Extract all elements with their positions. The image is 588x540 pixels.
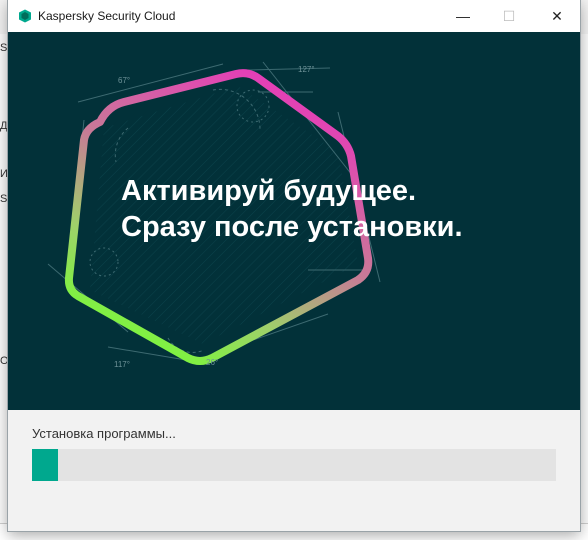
- window-title: Kaspersky Security Cloud: [38, 9, 176, 23]
- kaspersky-logo-icon: [19, 9, 31, 23]
- title-bar[interactable]: Kaspersky Security Cloud — ☐ ✕: [8, 0, 580, 32]
- angle-label: 26°: [206, 358, 218, 367]
- promo-headline: Активируй будущее. Сразу после установки…: [121, 173, 463, 245]
- close-button[interactable]: ✕: [534, 0, 580, 32]
- background-app-right-edge: [579, 34, 588, 539]
- install-progress-bar: [32, 449, 556, 481]
- maximize-icon: ☐: [502, 7, 516, 24]
- installer-window: Kaspersky Security Cloud — ☐ ✕ 67° 127° …: [8, 0, 580, 531]
- headline-line-2: Сразу после установки.: [121, 211, 463, 243]
- install-progress-fill: [32, 449, 59, 481]
- maximize-button[interactable]: ☐: [486, 0, 532, 32]
- angle-label: 127°: [298, 65, 315, 74]
- headline-line-1: Активируй будущее.: [121, 175, 417, 207]
- minimize-icon: —: [456, 8, 470, 24]
- minimize-button[interactable]: —: [440, 0, 486, 32]
- install-status-text: Установка программы...: [32, 426, 176, 441]
- promo-banner: 67° 127° 117° 26° Активируй будущее. Сра…: [8, 32, 580, 410]
- close-icon: ✕: [551, 7, 563, 24]
- install-panel: Установка программы...: [8, 410, 580, 531]
- angle-label: 117°: [114, 360, 130, 369]
- angle-label: 67°: [118, 76, 130, 85]
